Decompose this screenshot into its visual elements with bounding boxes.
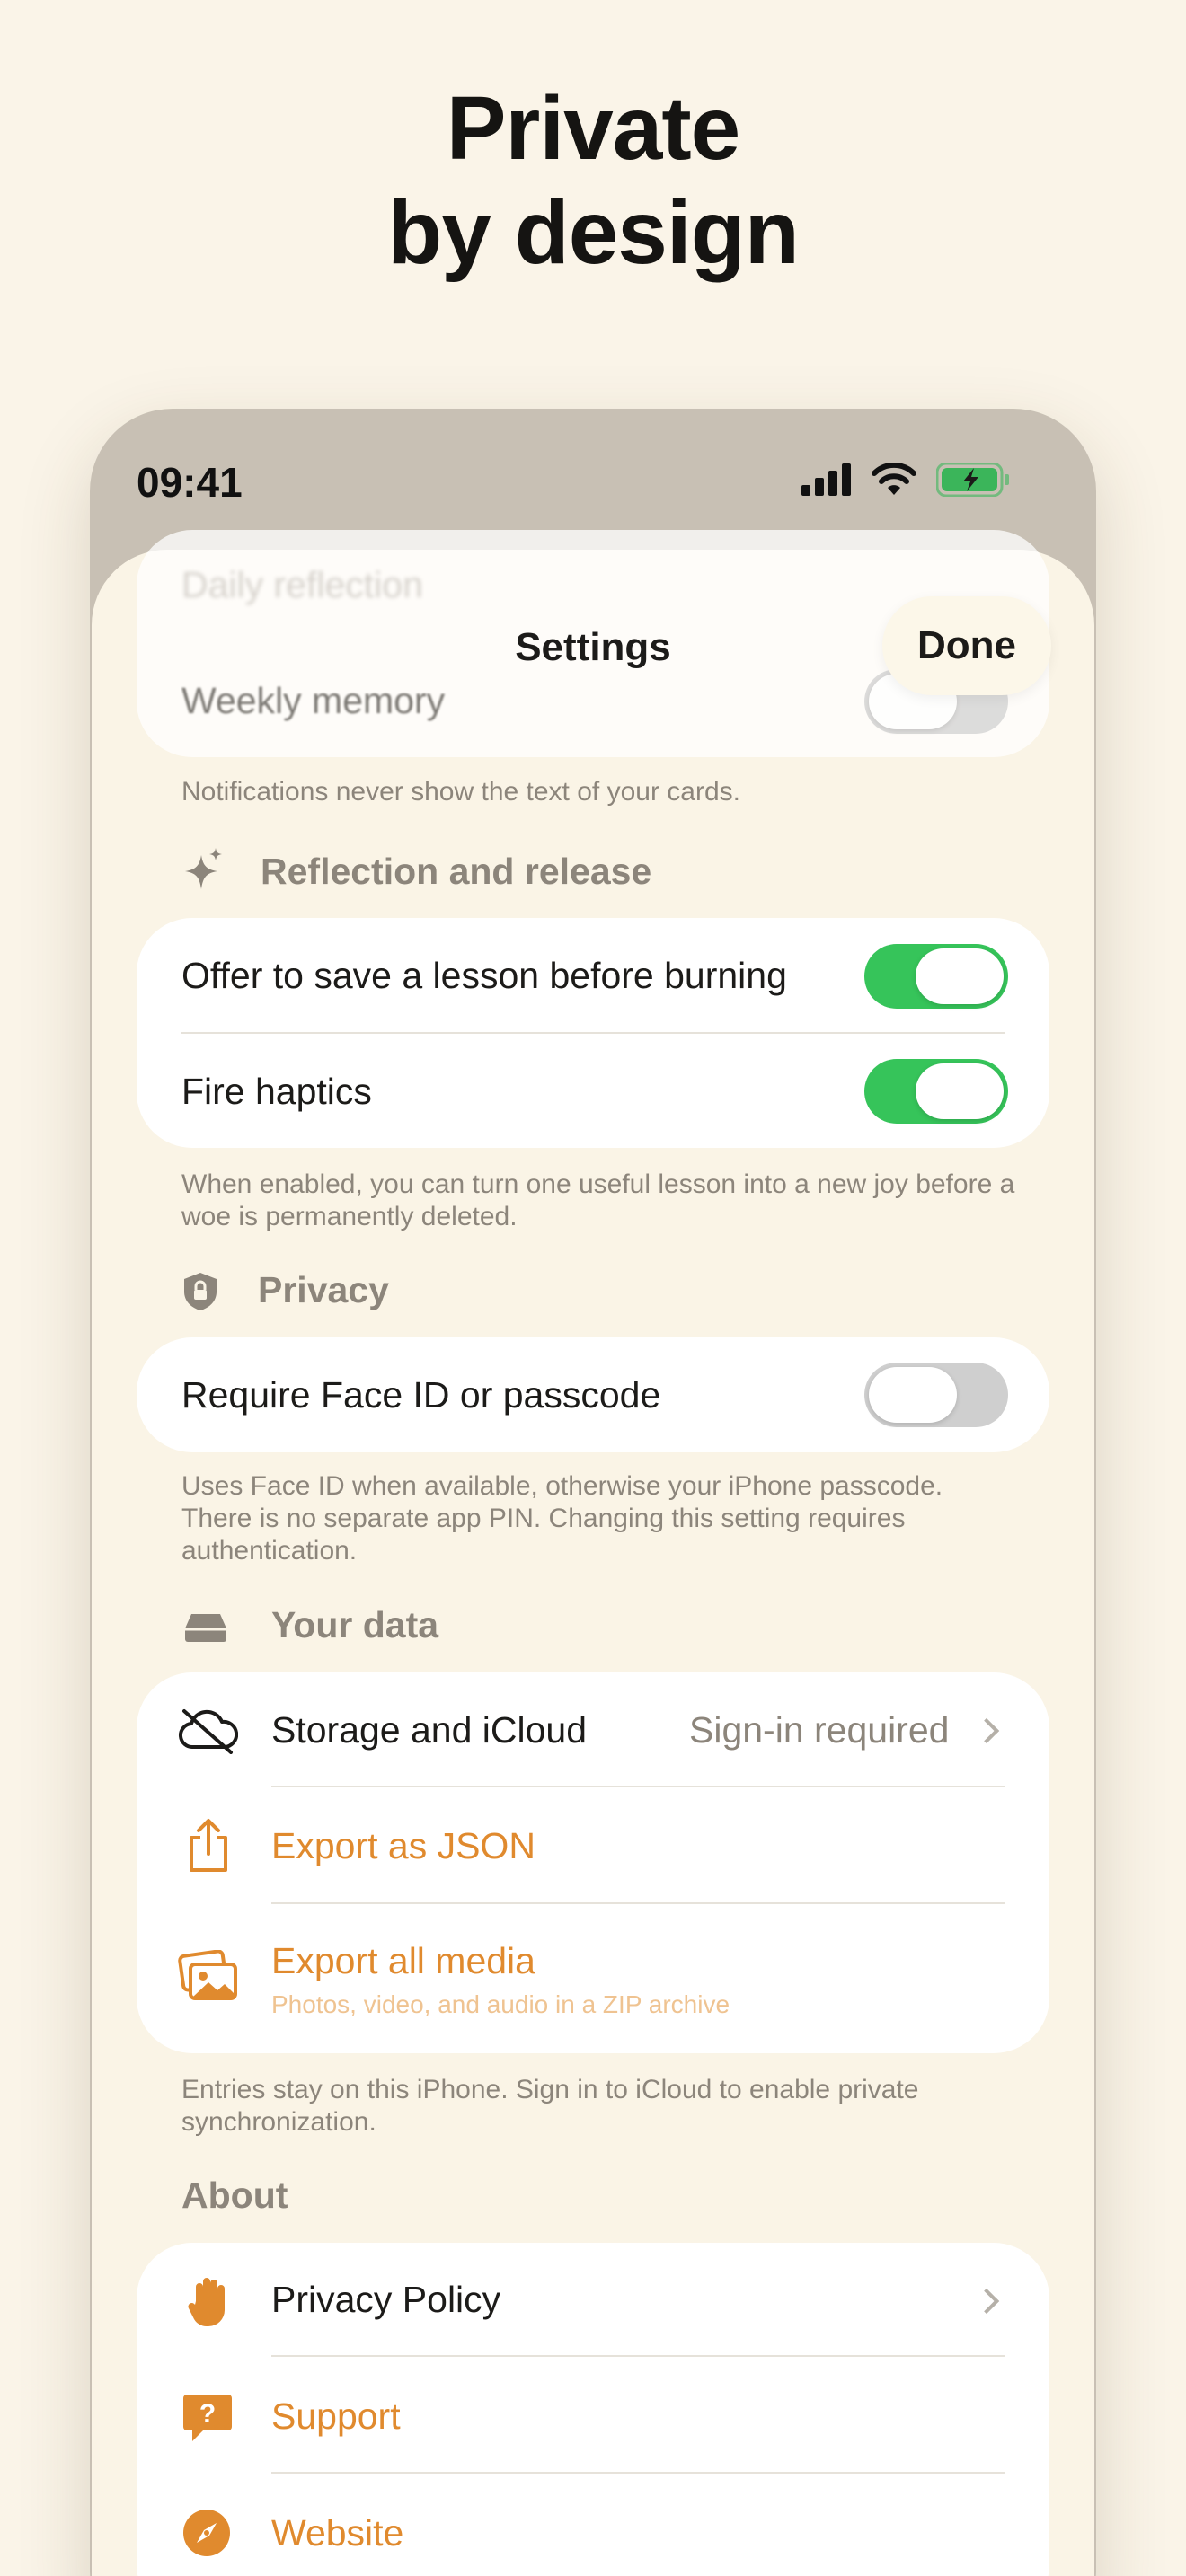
face-id-toggle[interactable] (864, 1363, 1008, 1427)
row-require-face-id: Require Face ID or passcode (181, 1374, 661, 1416)
export-json-button[interactable]: Export as JSON (271, 1825, 535, 1867)
done-button[interactable]: Done (882, 596, 1051, 695)
separator (271, 1902, 1005, 1904)
section-title-your-data: Your data (271, 1604, 439, 1645)
battery-icon (936, 463, 1009, 497)
photos-icon (176, 1949, 241, 2003)
row-fire-haptics: Fire haptics (181, 1071, 372, 1112)
drive-icon (183, 1609, 228, 1645)
section-title-privacy: Privacy (258, 1269, 389, 1310)
faded-row-weekly-memory: Weekly memory (181, 680, 446, 721)
data-footnote: Entries stay on this iPhone. Sign in to … (181, 2075, 919, 2137)
question-bubble-icon: ? (180, 2389, 235, 2445)
website-link[interactable]: Website (271, 2512, 403, 2554)
faded-row-daily-reflection: Daily reflection (181, 564, 423, 605)
separator (271, 1786, 1005, 1787)
shield-lock-icon (180, 1271, 221, 1312)
support-link[interactable]: Support (271, 2395, 401, 2438)
sparkles-icon (181, 848, 226, 893)
headline: Private by design (0, 76, 1186, 285)
toggle-knob (916, 1063, 1004, 1119)
notifications-footnote: Notifications never show the text of you… (181, 777, 740, 807)
hand-raised-icon (183, 2272, 234, 2330)
privacy-policy-link[interactable]: Privacy Policy (271, 2279, 500, 2321)
headline-line-1: Private (446, 78, 741, 179)
separator (271, 2355, 1005, 2357)
save-lesson-toggle[interactable] (864, 944, 1008, 1009)
toggle-knob (869, 1367, 957, 1423)
compass-icon (181, 2508, 232, 2558)
fire-haptics-toggle[interactable] (864, 1059, 1008, 1124)
export-media-button[interactable]: Export all media (271, 1940, 535, 1982)
share-icon (183, 1816, 234, 1875)
row-save-lesson: Offer to save a lesson before burning (181, 955, 787, 996)
row-storage-icloud[interactable]: Storage and iCloud (271, 1709, 587, 1751)
privacy-footnote: Uses Face ID when available, otherwise y… (181, 1471, 943, 1566)
separator (181, 1032, 1005, 1034)
signal-icon (801, 463, 851, 496)
separator (271, 2472, 1005, 2474)
wifi-icon (872, 463, 916, 495)
headline-line-2: by design (387, 182, 800, 283)
reflection-footnote: When enabled, you can turn one useful le… (181, 1169, 1015, 1231)
cloud-slash-icon (176, 1704, 239, 1758)
svg-text:?: ? (199, 2399, 216, 2429)
section-title-reflection: Reflection and release (261, 851, 652, 892)
export-media-sublabel: Photos, video, and audio in a ZIP archiv… (271, 1990, 730, 2018)
section-title-about: About (181, 2175, 288, 2216)
storage-status-value: Sign-in required (689, 1709, 950, 1751)
toggle-knob (916, 948, 1004, 1004)
status-time: 09:41 (137, 459, 243, 506)
status-icons (801, 463, 1010, 497)
sheet-title: Settings (515, 625, 671, 669)
